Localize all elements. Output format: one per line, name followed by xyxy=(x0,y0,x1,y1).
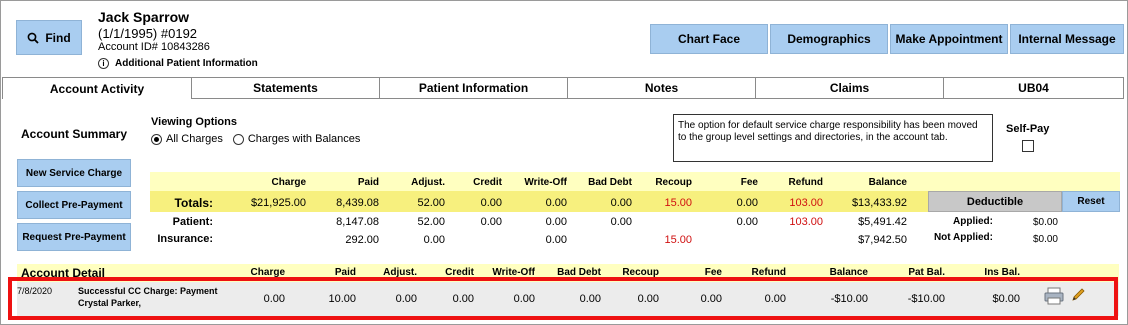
collect-pre-payment-button[interactable]: Collect Pre-Payment xyxy=(17,191,131,219)
demographics-button[interactable]: Demographics xyxy=(770,24,888,54)
summary-col-header: Fee xyxy=(740,177,758,188)
radio-charges-with-balances-label: Charges with Balances xyxy=(247,133,361,145)
summary-col-header: Refund xyxy=(788,177,823,188)
applied-value: $0.00 xyxy=(1032,217,1058,228)
summary-col-header: Paid xyxy=(357,177,379,188)
summary-col-header: Write-Off xyxy=(524,177,567,188)
radio-all-charges-label: All Charges xyxy=(166,133,223,145)
not-applied-label: Not Applied: xyxy=(933,232,993,243)
patient-label: Patient: xyxy=(172,216,213,228)
tab-account-activity[interactable]: Account Activity xyxy=(2,77,192,99)
patient-cell: 0.00 xyxy=(480,216,502,228)
viewing-options-label: Viewing Options xyxy=(151,116,237,128)
totals-cell: $13,433.92 xyxy=(851,197,907,209)
insurance-cell: 0.00 xyxy=(423,234,445,246)
additional-info-link[interactable]: i Additional Patient Information xyxy=(98,58,258,69)
reset-button[interactable]: Reset xyxy=(1062,191,1120,212)
viewing-options-radios: All Charges Charges with Balances xyxy=(151,133,360,145)
summary-col-header: Credit xyxy=(473,177,502,188)
tab-notes[interactable]: Notes xyxy=(568,77,756,99)
patient-cell: 0.00 xyxy=(545,216,567,228)
make-appointment-button[interactable]: Make Appointment xyxy=(890,24,1008,54)
info-icon: i xyxy=(98,58,109,69)
patient-name: Jack Sparrow xyxy=(98,9,190,25)
insurance-label: Insurance: xyxy=(157,233,213,245)
totals-cell: 103.00 xyxy=(789,197,823,209)
totals-label: Totals: xyxy=(174,196,213,210)
insurance-cell: 292.00 xyxy=(345,234,379,246)
tab-bar: Account Activity Statements Patient Info… xyxy=(2,77,1124,99)
patient-cell: 8,147.08 xyxy=(336,216,379,228)
search-icon xyxy=(27,32,39,44)
account-id: Account ID# 10843286 xyxy=(98,41,210,53)
request-pre-payment-button[interactable]: Request Pre-Payment xyxy=(17,223,131,251)
patient-cell: $5,491.42 xyxy=(858,216,907,228)
totals-cell: 0.00 xyxy=(480,197,502,209)
highlight-box xyxy=(8,277,1118,320)
additional-info-label: Additional Patient Information xyxy=(115,58,258,69)
patient-cell: 0.00 xyxy=(610,216,632,228)
totals-cell: 0.00 xyxy=(545,197,567,209)
totals-cell: 8,439.08 xyxy=(336,197,379,209)
internal-message-button[interactable]: Internal Message xyxy=(1010,24,1124,54)
insurance-cell: 0.00 xyxy=(545,234,567,246)
notice-box: The option for default service charge re… xyxy=(673,114,993,162)
deductible-label: Deductible xyxy=(928,191,1062,212)
account-summary-title: Account Summary xyxy=(21,127,128,141)
totals-cell: 15.00 xyxy=(664,197,692,209)
applied-label: Applied: xyxy=(953,216,993,227)
radio-charges-with-balances[interactable] xyxy=(232,133,244,145)
chart-face-button[interactable]: Chart Face xyxy=(650,24,768,54)
summary-col-header: Charge xyxy=(271,177,306,188)
radio-all-charges[interactable] xyxy=(151,133,162,145)
patient-cell: 0.00 xyxy=(736,216,758,228)
find-label: Find xyxy=(45,30,71,45)
self-pay-label: Self-Pay xyxy=(1006,123,1050,135)
new-service-charge-button[interactable]: New Service Charge xyxy=(17,159,131,187)
summary-col-header: Recoup xyxy=(655,177,692,188)
not-applied-value: $0.00 xyxy=(1032,234,1058,245)
totals-cell: $21,925.00 xyxy=(250,197,306,209)
patient-cell: 103.00 xyxy=(789,216,823,228)
find-button[interactable]: Find xyxy=(16,20,82,55)
self-pay-checkbox[interactable] xyxy=(1022,140,1034,152)
tab-claims[interactable]: Claims xyxy=(756,77,944,99)
insurance-cell: $7,942.50 xyxy=(858,234,907,246)
insurance-cell: 15.00 xyxy=(664,234,692,246)
tab-statements[interactable]: Statements xyxy=(192,77,380,99)
patient-dob: (1/1/1995) #0192 xyxy=(98,26,198,41)
summary-col-header: Balance xyxy=(868,177,907,188)
tab-patient-information[interactable]: Patient Information xyxy=(380,77,568,99)
totals-cell: 0.00 xyxy=(736,197,758,209)
tab-ub04[interactable]: UB04 xyxy=(944,77,1124,99)
